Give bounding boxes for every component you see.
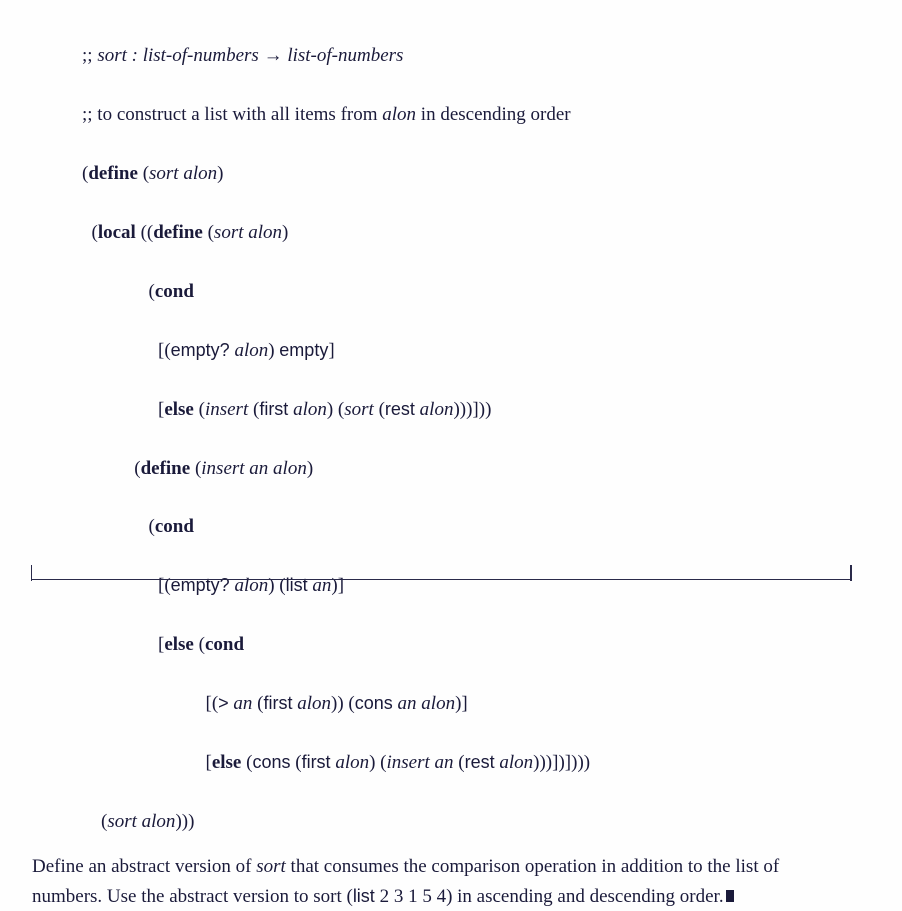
lit-empty: empty <box>279 340 328 360</box>
paren: ( <box>194 634 205 655</box>
paren: )))])) <box>453 399 491 420</box>
paren: )) ( <box>331 693 355 714</box>
kw-cond: cond <box>155 516 194 537</box>
op-gt: > <box>218 693 229 713</box>
code-var: alon <box>499 752 533 773</box>
paren: ) <box>307 458 313 479</box>
code-var: alon <box>293 399 327 420</box>
code-text: ;; <box>82 45 97 66</box>
kw-define: define <box>153 222 203 243</box>
fn-first: first <box>259 399 288 419</box>
code-var: alon <box>234 340 268 361</box>
paren: ( <box>248 399 259 420</box>
code-block: ;; sort : list-of-numbers → list-of-numb… <box>82 12 870 836</box>
code-comment: sort : list-of-numbers → list-of-numbers <box>97 45 403 66</box>
paren: ( <box>82 222 98 243</box>
paren: ( <box>190 458 201 479</box>
kw-define: define <box>141 458 191 479</box>
code-line-11: [else (cond <box>82 630 870 659</box>
code-line-7: [else (insert (first alon) (sort (rest a… <box>82 395 870 424</box>
end-of-exercise-icon <box>726 890 734 902</box>
code-var: an alon <box>398 693 456 714</box>
kw-else: else <box>164 399 194 420</box>
paren: ( <box>138 163 149 184</box>
paren: ) <box>217 163 223 184</box>
paren: ( <box>82 516 155 537</box>
paren: ] <box>328 340 334 361</box>
code-var: sort alon <box>149 163 217 184</box>
code-var: alon <box>382 104 416 125</box>
fn-rest: rest <box>465 752 495 772</box>
fn-empty-q: empty? <box>171 340 230 360</box>
paren: ( <box>82 458 141 479</box>
code-var: sort alon <box>107 811 175 832</box>
fn-first: first <box>302 752 331 772</box>
fn-cons: cons <box>355 693 393 713</box>
para-em: sort <box>256 856 286 877</box>
kw-local: local <box>98 222 136 243</box>
paren: )))])]))) <box>533 752 590 773</box>
code-var: an <box>233 693 252 714</box>
paren: ))) <box>175 811 194 832</box>
paren: ( <box>454 752 465 773</box>
fn-sort: sort <box>344 399 374 420</box>
paren: ) ( <box>327 399 344 420</box>
paren: ) <box>268 340 279 361</box>
code-line-1: ;; sort : list-of-numbers → list-of-numb… <box>82 41 870 70</box>
code-text: ;; to construct a list with all items fr… <box>82 104 382 125</box>
paren: [ <box>82 752 212 773</box>
paren: ( <box>82 811 107 832</box>
paren: ( <box>290 752 301 773</box>
para-text: Define an abstract version of <box>32 856 256 877</box>
code-line-8: (define (insert an alon) <box>82 454 870 483</box>
paren: ( <box>194 399 205 420</box>
code-var: alon <box>335 752 369 773</box>
fn-insert: insert <box>205 399 248 420</box>
paren: ) <box>282 222 288 243</box>
paren: [( <box>82 340 171 361</box>
paren: ( <box>82 281 155 302</box>
fn-first: first <box>264 693 293 713</box>
code-line-12: [(> an (first alon)) (cons an alon)] <box>82 689 870 718</box>
fn-cons: cons <box>252 752 290 772</box>
code-line-9: (cond <box>82 512 870 541</box>
fn-rest: rest <box>385 399 415 419</box>
code-line-13: [else (cons (first alon) (insert an (res… <box>82 748 870 777</box>
paren: [ <box>82 634 164 655</box>
exercise-paragraph: Define an abstract version of sort that … <box>32 852 850 911</box>
code-line-14: (sort alon))) <box>82 807 870 836</box>
paren: ( <box>241 752 252 773</box>
paren: [ <box>82 399 164 420</box>
code-var: sort alon <box>214 222 282 243</box>
fn-list: list <box>353 886 375 906</box>
code-text: in descending order <box>416 104 571 125</box>
paren: )] <box>455 693 468 714</box>
paren: ( <box>252 693 263 714</box>
code-line-5: (cond <box>82 277 870 306</box>
code-line-3: (define (sort alon) <box>82 159 870 188</box>
fn-insert: insert an <box>387 752 454 773</box>
para-text: 2 3 1 5 4) in ascending and descending o… <box>375 886 724 907</box>
code-var: alon <box>297 693 331 714</box>
code-var: insert an alon <box>201 458 307 479</box>
paren: (( <box>136 222 153 243</box>
code-line-2: ;; to construct a list with all items fr… <box>82 100 870 129</box>
code-line-10: [(empty? alon) (list an)] <box>82 571 870 600</box>
kw-cond: cond <box>155 281 194 302</box>
paren: ) ( <box>369 752 386 773</box>
code-line-4: (local ((define (sort alon) <box>82 218 870 247</box>
kw-else: else <box>164 634 194 655</box>
paren: ( <box>374 399 385 420</box>
kw-define: define <box>88 163 138 184</box>
page: ;; sort : list-of-numbers → list-of-numb… <box>0 0 902 586</box>
footer-rule <box>32 579 850 580</box>
paren: ( <box>203 222 214 243</box>
kw-else: else <box>212 752 242 773</box>
kw-cond: cond <box>205 634 244 655</box>
code-line-6: [(empty? alon) empty] <box>82 336 870 365</box>
code-var: alon <box>420 399 454 420</box>
paren: [( <box>82 693 218 714</box>
